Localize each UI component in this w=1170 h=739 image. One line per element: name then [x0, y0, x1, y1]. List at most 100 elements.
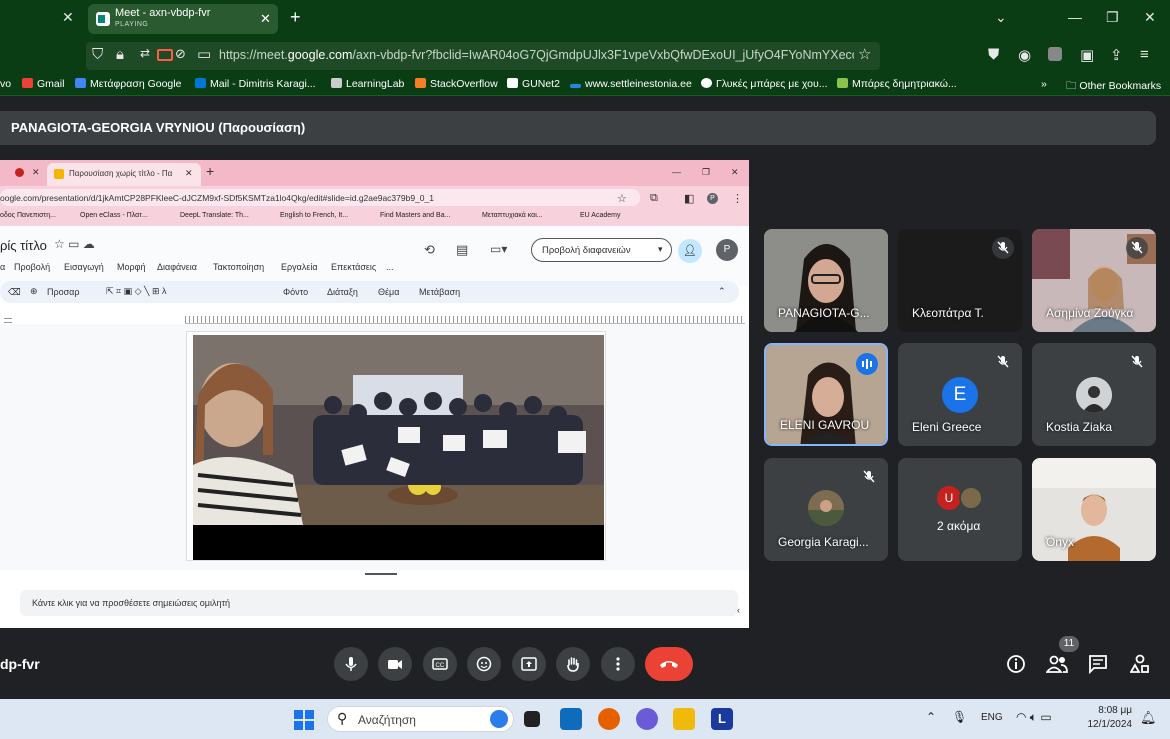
permissions-icon[interactable]: ⇄: [140, 46, 150, 60]
activities-icon[interactable]: [1129, 654, 1150, 679]
task-view-icon[interactable]: [524, 711, 540, 727]
meet-favicon-icon: [96, 12, 110, 26]
clock-date[interactable]: 12/1/2024: [1086, 719, 1133, 730]
participant-tile[interactable]: Georgia Karagi...: [764, 458, 888, 561]
reactions-button[interactable]: [467, 647, 501, 681]
participant-tile[interactable]: Κλεοπάτρα Τ.: [898, 229, 1022, 332]
translate-icon: [75, 78, 86, 88]
bookmark-label: Μπάρες δημητριακώ...: [852, 78, 957, 90]
teams-icon[interactable]: [636, 708, 658, 730]
microphone-icon[interactable]: 🎙︎: [952, 710, 967, 724]
more-options-button[interactable]: [601, 647, 635, 681]
mic-off-icon: [858, 466, 880, 488]
language-indicator[interactable]: ENG: [981, 712, 1003, 723]
speaker-notes: Κάντε κλικ για να προσθέσετε σημειώσεις …: [20, 590, 738, 616]
bookmark-star-icon[interactable]: ☆: [858, 45, 871, 63]
pocket-icon[interactable]: ⛊: [988, 46, 999, 63]
clock-time[interactable]: 8:08 μμ: [1086, 705, 1132, 716]
resize-handle: [365, 573, 397, 575]
bookmark-sweetbars[interactable]: Γλυκές μπάρες με χου...: [701, 78, 828, 90]
outlook-icon: [195, 78, 206, 88]
participant-tile[interactable]: E Eleni Greece: [898, 343, 1022, 446]
windows-start-icon[interactable]: [294, 710, 314, 735]
close-window-icon[interactable]: ✕: [1144, 9, 1156, 26]
leave-call-button[interactable]: [645, 647, 693, 681]
camera-button[interactable]: [378, 647, 412, 681]
comment-icon[interactable]: ▭: [197, 45, 211, 63]
bookmark-item[interactable]: vo: [0, 78, 11, 90]
zoom-select: Προσαρ: [47, 287, 80, 297]
participant-tile[interactable]: Όnyx: [1032, 458, 1156, 561]
search-placeholder: Αναζήτηση: [358, 713, 416, 727]
account-icon[interactable]: ◉: [1018, 46, 1031, 64]
bookmark-gmail[interactable]: Gmail: [22, 78, 64, 90]
tab-list-icon[interactable]: ⌄: [995, 9, 1007, 26]
bookmark-stackoverflow[interactable]: StackOverflow: [415, 78, 498, 90]
participant-avatar: [808, 490, 844, 526]
chat-icon[interactable]: [1088, 654, 1108, 679]
bookmark-label: Gmail: [37, 78, 65, 90]
container-icon[interactable]: ▣: [1080, 46, 1094, 64]
present-button[interactable]: [512, 647, 546, 681]
bookmark-translate[interactable]: Μετάφραση Google: [75, 78, 181, 90]
chevron-up-icon[interactable]: ⌃: [926, 710, 936, 724]
menu-item: Εισαγωγή: [64, 262, 104, 272]
url-prefix: https://meet.: [219, 48, 288, 62]
file-explorer-icon[interactable]: [673, 708, 695, 730]
url-domain: google.com: [287, 48, 353, 62]
bookmark-cerealbars[interactable]: Μπάρες δημητριακώ...: [837, 78, 957, 90]
shared-bookmark: οδος Πανεπιστη...: [0, 212, 56, 219]
more-participants-tile[interactable]: U 2 ακόμα: [898, 458, 1022, 561]
bookmark-settleinestonia[interactable]: www.settleinestonia.ee: [570, 78, 692, 90]
meeting-info-icon[interactable]: [1006, 654, 1026, 679]
speaking-indicator-icon: [856, 353, 878, 375]
notifications-icon[interactable]: 🔔︎: [1140, 710, 1157, 726]
restore-icon[interactable]: ❐: [1106, 9, 1119, 26]
shield-icon[interactable]: ⛉: [92, 46, 103, 63]
extensions-icon: ⧉: [650, 192, 658, 204]
user-avatar: P: [716, 239, 738, 261]
camera-sharing-icon[interactable]: [157, 49, 173, 61]
outlook-icon[interactable]: [560, 708, 582, 730]
participant-name: Eleni Greece: [912, 420, 982, 434]
close-tab-icon[interactable]: ✕: [62, 9, 74, 26]
participant-tile[interactable]: PANAGIOTA-G...: [764, 229, 888, 332]
mic-button[interactable]: [334, 647, 368, 681]
chevron-up-icon: ⌃: [718, 286, 726, 296]
bookmark-gunet[interactable]: GUNet2: [507, 78, 560, 90]
participant-tile-speaking[interactable]: ELENI GAVROU: [764, 343, 888, 446]
people-icon[interactable]: [1045, 654, 1068, 679]
participant-tile[interactable]: Kostia Ziaka: [1032, 343, 1156, 446]
participant-initial-avatar: U: [937, 486, 961, 510]
lock-icon[interactable]: 🔒︎: [116, 46, 124, 63]
participant-tile[interactable]: Ασημίνα Ζούγκα: [1032, 229, 1156, 332]
menu-icon[interactable]: ≡: [1140, 46, 1149, 63]
other-bookmarks[interactable]: 🗀︎ Other Bookmarks: [1066, 78, 1161, 96]
minimize-icon[interactable]: —: [1068, 9, 1082, 25]
extensions-icon[interactable]: ⇪: [1110, 46, 1123, 64]
bookmark-learninglab[interactable]: LearningLab: [331, 78, 404, 90]
close-tab-icon[interactable]: ✕: [260, 11, 271, 27]
menu-item: α: [0, 262, 6, 272]
participant-initial-avatar: E: [942, 377, 978, 413]
slide-photo: [193, 335, 604, 560]
mic-off-icon[interactable]: ⊘: [175, 46, 186, 62]
bookmark-mail[interactable]: Mail - Dimitris Karagi...: [195, 78, 316, 90]
extension-icon[interactable]: [1048, 47, 1062, 61]
notes-placeholder: Κάντε κλικ για να προσθέσετε σημειώσεις …: [32, 598, 231, 608]
learninglab-icon[interactable]: L: [711, 708, 733, 730]
new-tab-icon[interactable]: +: [290, 7, 301, 28]
captions-button[interactable]: CC: [423, 647, 457, 681]
firefox-icon[interactable]: [598, 708, 620, 730]
taskbar-search[interactable]: ⚲ Αναζήτηση: [327, 706, 514, 732]
chevron-right-icon[interactable]: »: [1041, 78, 1047, 90]
url-suffix: /axn-vbdp-fvr?fbclid=IwAR04oG7QjGmdpUJlx…: [352, 48, 854, 62]
raise-hand-button[interactable]: [556, 647, 590, 681]
meeting-code: dp-fvr: [0, 656, 40, 672]
wifi-icon[interactable]: ◠ 🔈︎ ▭: [1016, 710, 1052, 725]
new-tab-icon: +: [206, 163, 215, 179]
toolbar-theme: Θέμα: [378, 287, 400, 297]
url-text[interactable]: https://meet.google.com/axn-vbdp-fvr?fbc…: [219, 48, 854, 62]
tab-meet[interactable]: Meet - axn-vbdp-fvr PLAYING ✕: [88, 4, 278, 34]
bing-icon: [490, 710, 508, 728]
